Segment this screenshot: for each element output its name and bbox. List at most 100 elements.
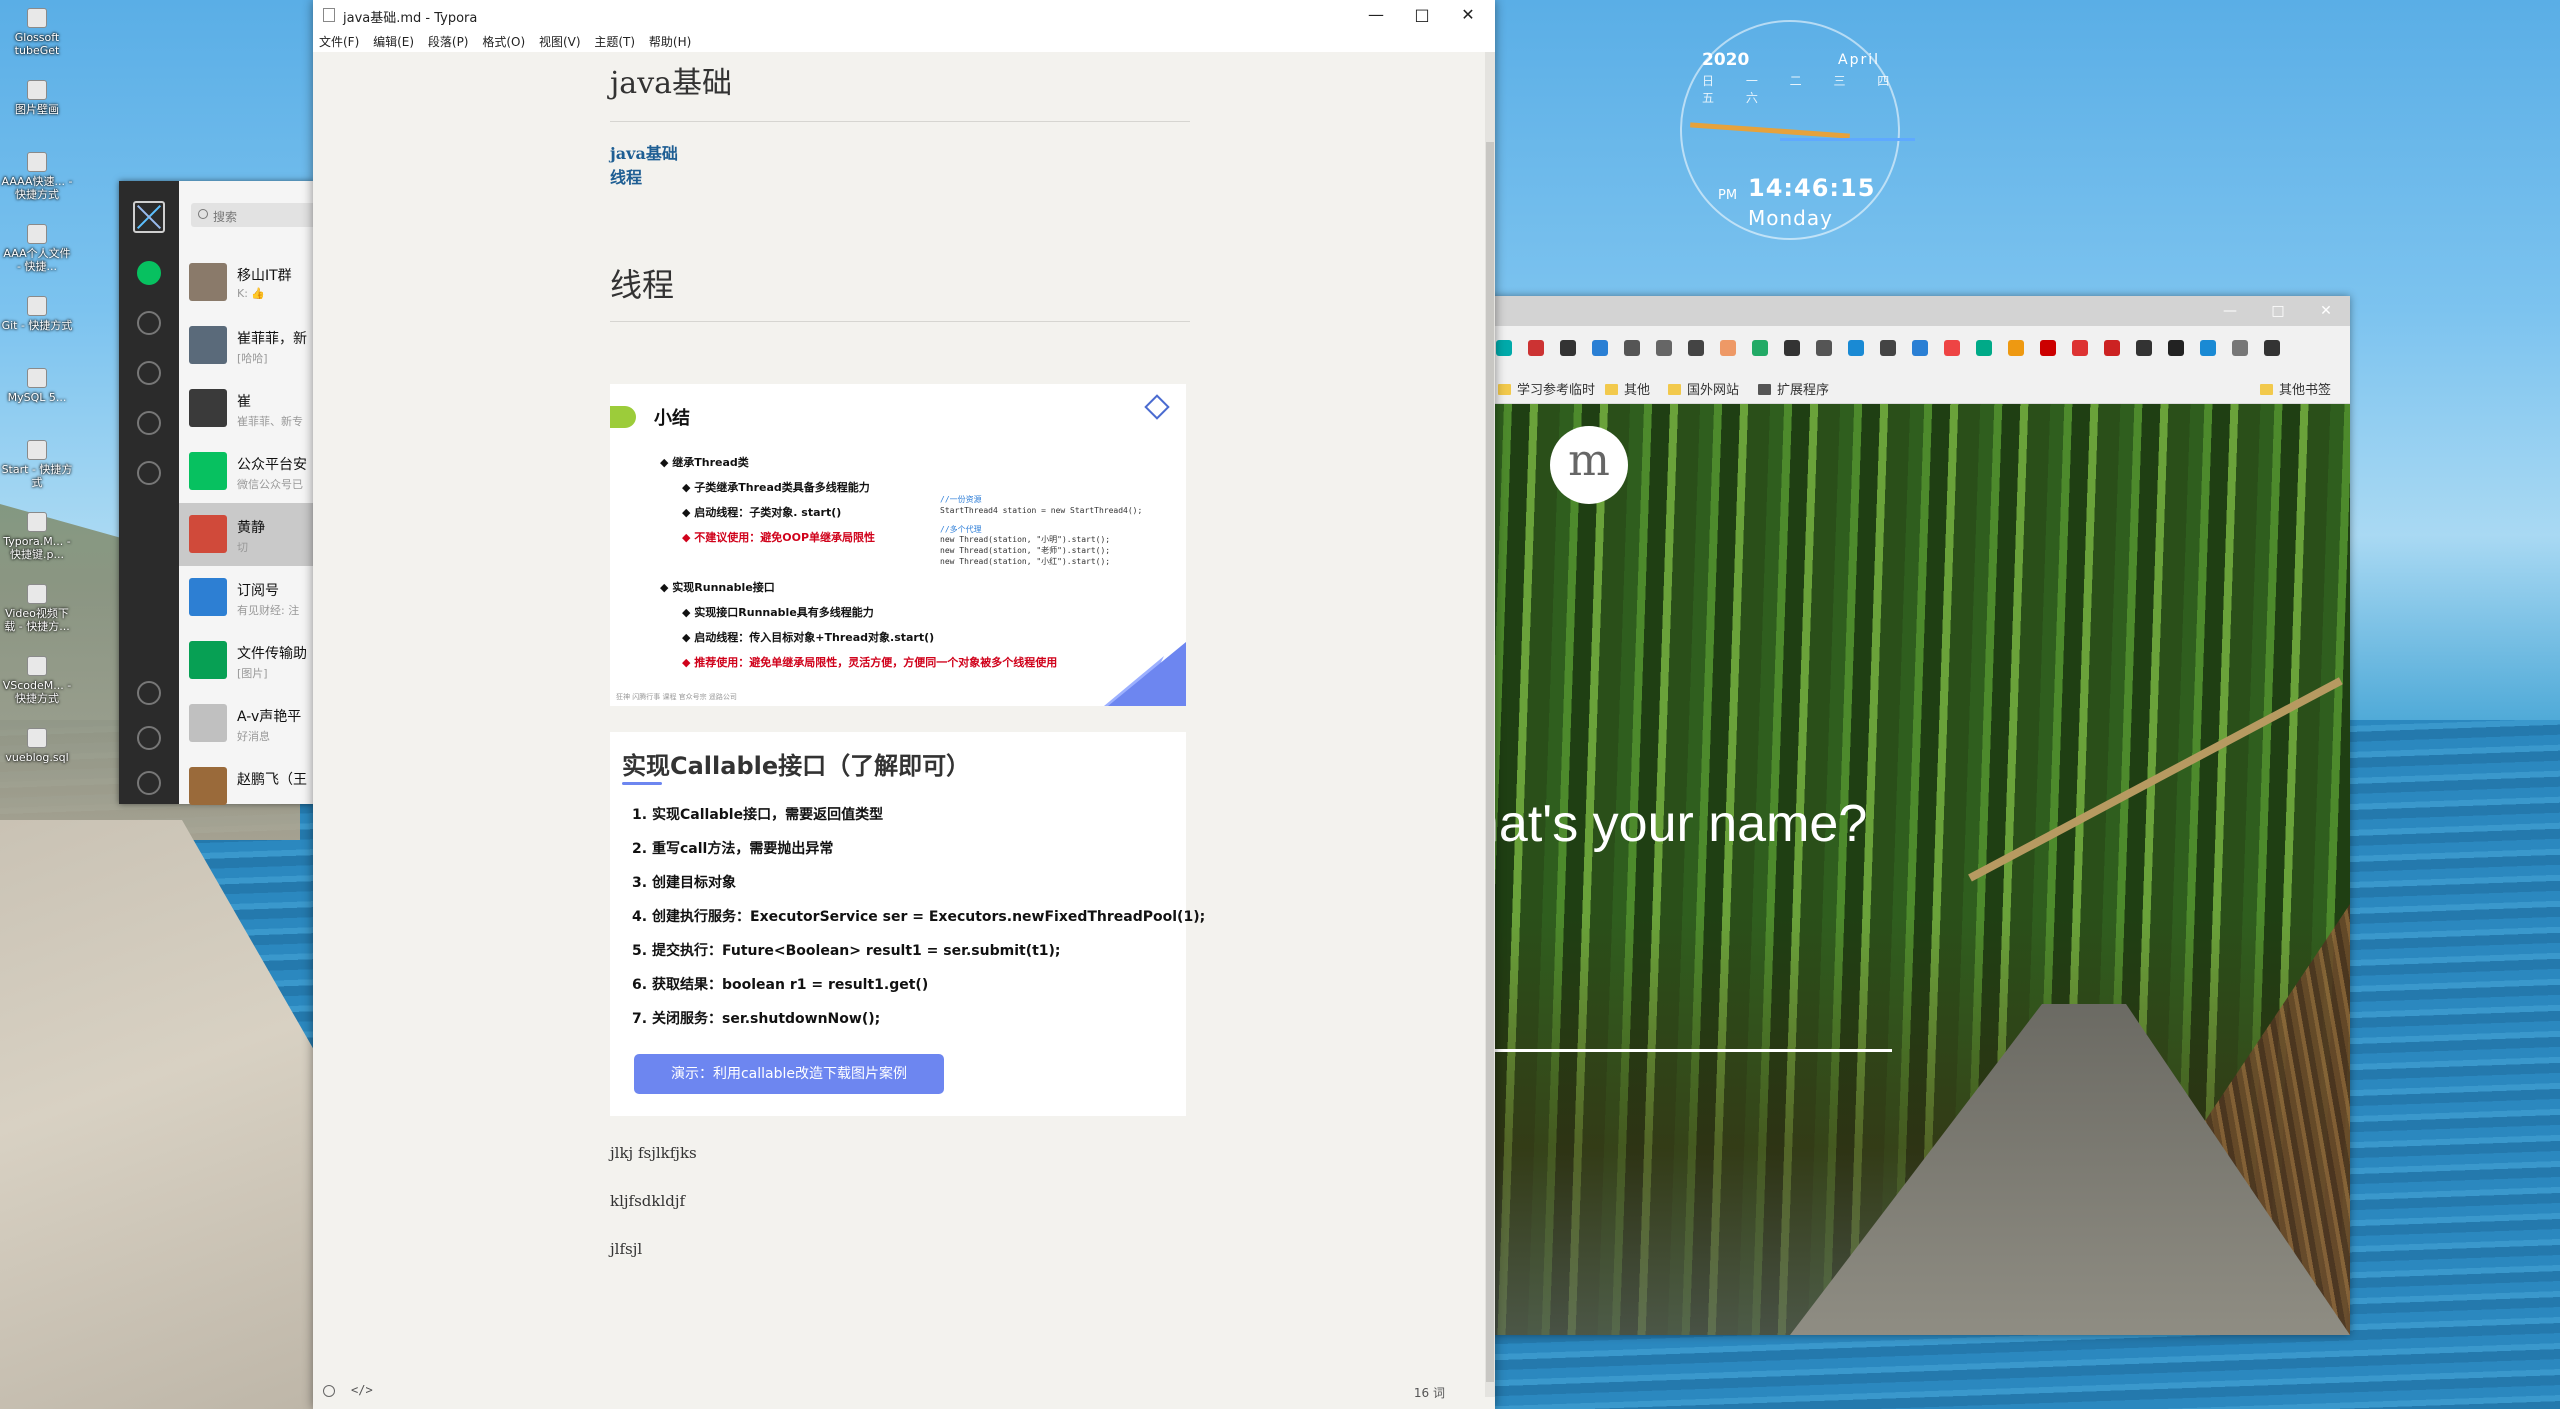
extension-icon[interactable] — [1528, 340, 1544, 356]
close-button[interactable]: ✕ — [1445, 0, 1491, 30]
chat-list-item[interactable]: 崔崔菲菲、新专 — [179, 377, 314, 440]
maximize-button[interactable]: □ — [2254, 296, 2302, 326]
chat-list-item[interactable]: 订阅号 有见财经: 注 — [179, 566, 314, 629]
menu-file[interactable]: 文件(F) — [319, 33, 359, 50]
desktop-shortcut[interactable]: vueblog.sql — [0, 726, 74, 792]
menu-view[interactable]: 视图(V) — [539, 33, 581, 50]
chat-list-item[interactable]: 公众平台安 微信公众号已 — [179, 440, 314, 503]
heading-java-basics[interactable]: java基础 — [610, 52, 1190, 122]
browser-window[interactable]: — □ ✕ 学习参考临时 其他 国外网站 扩展程序 其他书签 m hat's y… — [1490, 296, 2350, 1335]
extension-icon[interactable] — [1592, 340, 1608, 356]
desktop-shortcut[interactable]: AAAA快速... - 快捷方式 — [0, 150, 74, 216]
paragraph[interactable]: kljfsdkldjf — [610, 1192, 1190, 1212]
step-item: 3. 创建目标对象 — [632, 866, 1205, 900]
extension-icon[interactable] — [1976, 340, 1992, 356]
extension-icon[interactable] — [1656, 340, 1672, 356]
desktop-shortcut[interactable]: VScodeM... - 快捷方式 — [0, 654, 74, 720]
minimize-button[interactable]: — — [2206, 296, 2254, 326]
heading-thread[interactable]: 线程 — [610, 260, 1190, 322]
extension-icon[interactable] — [2136, 340, 2152, 356]
extension-icon[interactable] — [2104, 340, 2120, 356]
folder-icon[interactable] — [137, 411, 161, 435]
extension-icon[interactable] — [1848, 340, 1864, 356]
chat-list-item[interactable]: 崔菲菲，新 [哈哈] — [179, 314, 314, 377]
extension-icon[interactable] — [2264, 340, 2280, 356]
extension-icon[interactable] — [1496, 340, 1512, 356]
extension-icon[interactable] — [1912, 340, 1928, 356]
extension-icon[interactable] — [1816, 340, 1832, 356]
step-item: 2. 重写call方法，需要抛出异常 — [632, 832, 1205, 866]
slide-image-callable[interactable]: 实现Callable接口（了解即可） 1. 实现Callable接口，需要返回值类… — [610, 732, 1205, 1116]
extension-icon[interactable] — [1752, 340, 1768, 356]
paragraph[interactable]: jlfsjl — [610, 1240, 1190, 1260]
editor-content[interactable]: java基础 java基础 线程 线程 小结 狂神 闪腾行事 课程 官众号宗 遥… — [610, 52, 1205, 1260]
demo-button[interactable]: 演示：利用callable改造下载图片案例 — [634, 1054, 944, 1094]
extension-icon[interactable] — [1560, 340, 1576, 356]
phone-icon[interactable] — [137, 726, 161, 750]
moments-icon[interactable] — [137, 681, 161, 705]
extension-icon[interactable] — [2168, 340, 2184, 356]
mini-program-icon[interactable] — [137, 461, 161, 485]
wechat-avatar[interactable] — [133, 201, 165, 233]
extension-icon[interactable] — [1624, 340, 1640, 356]
desktop-shortcut[interactable]: 图片壁画 — [0, 78, 74, 144]
desktop-shortcut[interactable]: Start - 快捷方式 — [0, 438, 74, 504]
extension-icon[interactable] — [1688, 340, 1704, 356]
shortcut-icon — [27, 656, 47, 676]
close-button[interactable]: ✕ — [2302, 296, 2350, 326]
extension-icon[interactable] — [1720, 340, 1736, 356]
wechat-sidebar — [119, 181, 179, 804]
name-input-underline[interactable] — [1490, 1049, 1892, 1052]
desktop-shortcut[interactable]: AAA个人文件 - 快捷... — [0, 222, 74, 288]
extension-icon[interactable] — [2040, 340, 2056, 356]
slide-image-summary[interactable]: 小结 狂神 闪腾行事 课程 官众号宗 遥路公司 ◆ 继承Thread类 ◆ 子类继… — [610, 384, 1186, 706]
menu-help[interactable]: 帮助(H) — [649, 33, 691, 50]
extension-icon[interactable] — [2200, 340, 2216, 356]
bookmark-folder[interactable]: 其他 — [1605, 379, 1650, 398]
outline-toggle-icon[interactable] — [323, 1385, 335, 1397]
extension-icon[interactable] — [1880, 340, 1896, 356]
favorites-icon[interactable] — [137, 361, 161, 385]
desktop-shortcut[interactable]: Typora.M... - 快捷键.p... — [0, 510, 74, 576]
chat-list-item[interactable]: 赵鹏飞（王 — [179, 755, 314, 818]
menu-theme[interactable]: 主题(T) — [594, 33, 635, 50]
bookmark-other[interactable]: 其他书签 — [2260, 379, 2331, 398]
extension-icon[interactable] — [1944, 340, 1960, 356]
scrollbar[interactable] — [1485, 52, 1495, 1397]
chat-list-item[interactable]: 黄静切 — [179, 503, 314, 566]
desktop-shortcut[interactable]: Git - 快捷方式 — [0, 294, 74, 360]
step-number: 5. — [632, 943, 648, 959]
paragraph[interactable]: jlkj fsjlkfjks — [610, 1144, 1190, 1164]
chat-list-item[interactable]: 文件传输助 [图片] — [179, 629, 314, 692]
extension-icon[interactable] — [2232, 340, 2248, 356]
word-count[interactable]: 16 词 — [1414, 1384, 1445, 1401]
wechat-window[interactable]: 搜索 移山IT群 K: 👍 崔菲菲，新 [哈哈] 崔崔菲菲、新专 公众平台安 微信公众号已黄… — [119, 181, 321, 805]
desktop-shortcut[interactable]: MySQL 5... — [0, 366, 74, 432]
typora-window[interactable]: java基础.md - Typora — □ ✕ 文件(F) 编辑(E) 段落(… — [313, 0, 1495, 1409]
source-mode-icon[interactable]: </> — [351, 1383, 373, 1397]
chat-list-item[interactable]: 移山IT群 K: 👍 — [179, 251, 314, 314]
shortcut-icon — [27, 224, 47, 244]
extension-icon[interactable] — [1784, 340, 1800, 356]
desktop-shortcut[interactable]: Video视频下载 - 快捷方... — [0, 582, 74, 648]
menu-edit[interactable]: 编辑(E) — [373, 33, 414, 50]
bookmark-folder[interactable]: 国外网站 — [1668, 379, 1739, 398]
bookmark-extensions[interactable]: 扩展程序 — [1758, 379, 1829, 398]
chat-icon[interactable] — [137, 261, 161, 285]
chat-name: 崔菲菲，新 — [237, 331, 307, 347]
contacts-icon[interactable] — [137, 311, 161, 335]
maximize-button[interactable]: □ — [1399, 0, 1445, 30]
menu-paragraph[interactable]: 段落(P) — [428, 33, 469, 50]
minimize-button[interactable]: — — [1353, 0, 1399, 30]
menu-format[interactable]: 格式(O) — [482, 33, 525, 50]
chat-list-item[interactable]: A-v声艳平 好消息 — [179, 692, 314, 755]
wechat-search-input[interactable]: 搜索 — [191, 203, 321, 227]
extension-icon[interactable] — [2008, 340, 2024, 356]
toc-link-thread[interactable]: 线程 — [610, 166, 1190, 190]
toc-link-java-basics[interactable]: java基础 — [610, 142, 1190, 166]
desktop-shortcut[interactable]: Glossoft tubeGet — [0, 6, 74, 72]
scrollbar-thumb[interactable] — [1486, 142, 1494, 1382]
bookmark-folder[interactable]: 学习参考临时 — [1498, 379, 1595, 398]
menu-icon[interactable] — [137, 771, 161, 795]
extension-icon[interactable] — [2072, 340, 2088, 356]
